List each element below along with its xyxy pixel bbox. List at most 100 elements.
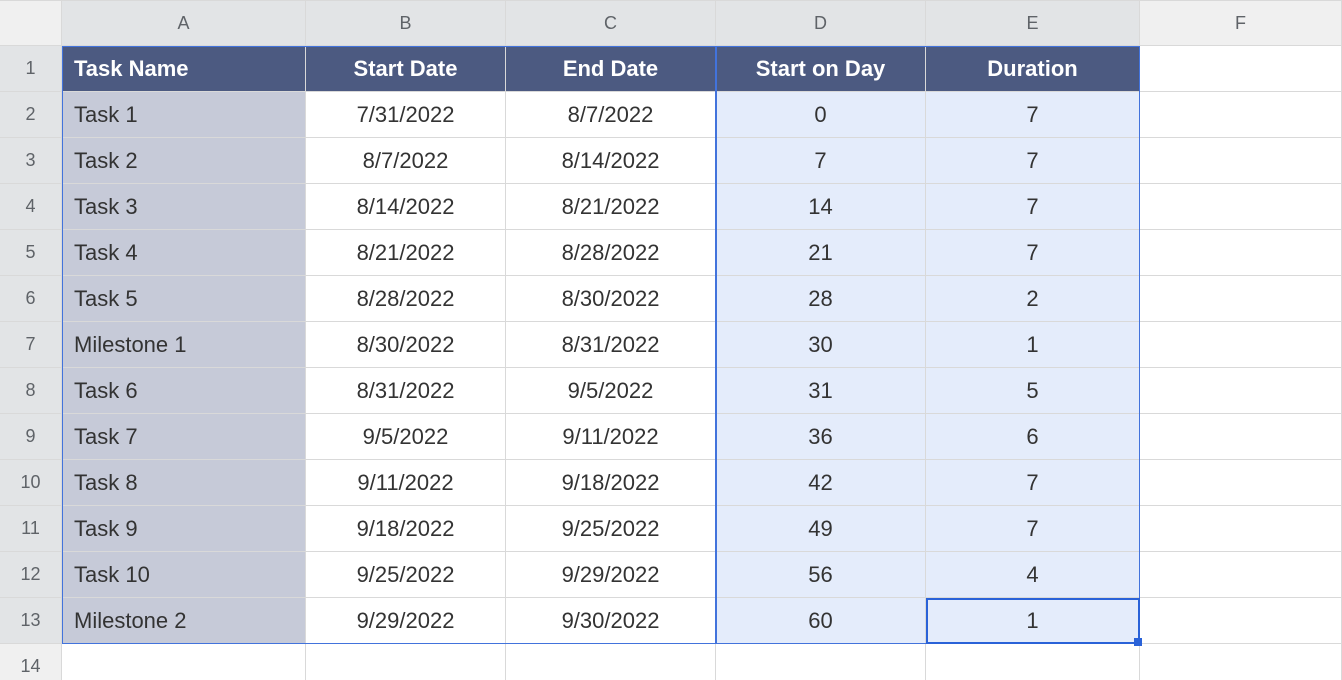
cell-E1[interactable]: Duration — [926, 46, 1140, 92]
cell-E13[interactable]: 1 — [926, 598, 1140, 644]
cell-E2[interactable]: 7 — [926, 92, 1140, 138]
cell-A5[interactable]: Task 4 — [62, 230, 306, 276]
cell-C7[interactable]: 8/31/2022 — [506, 322, 716, 368]
cell-E3[interactable]: 7 — [926, 138, 1140, 184]
cell-D9[interactable]: 36 — [716, 414, 926, 460]
cell-B7[interactable]: 8/30/2022 — [306, 322, 506, 368]
cell-C6[interactable]: 8/30/2022 — [506, 276, 716, 322]
cell-F13[interactable] — [1140, 598, 1342, 644]
cell-C1[interactable]: End Date — [506, 46, 716, 92]
cell-C14[interactable] — [506, 644, 716, 680]
cell-C2[interactable]: 8/7/2022 — [506, 92, 716, 138]
cell-F11[interactable] — [1140, 506, 1342, 552]
cell-B13[interactable]: 9/29/2022 — [306, 598, 506, 644]
cell-F9[interactable] — [1140, 414, 1342, 460]
cell-E12[interactable]: 4 — [926, 552, 1140, 598]
cell-A6[interactable]: Task 5 — [62, 276, 306, 322]
cell-D8[interactable]: 31 — [716, 368, 926, 414]
cell-D10[interactable]: 42 — [716, 460, 926, 506]
row-header-12[interactable]: 12 — [0, 552, 62, 598]
cell-C13[interactable]: 9/30/2022 — [506, 598, 716, 644]
row-header-3[interactable]: 3 — [0, 138, 62, 184]
cell-A12[interactable]: Task 10 — [62, 552, 306, 598]
cell-A9[interactable]: Task 7 — [62, 414, 306, 460]
cell-F5[interactable] — [1140, 230, 1342, 276]
column-header-A[interactable]: A — [62, 0, 306, 46]
cell-A11[interactable]: Task 9 — [62, 506, 306, 552]
row-header-9[interactable]: 9 — [0, 414, 62, 460]
cell-C5[interactable]: 8/28/2022 — [506, 230, 716, 276]
cell-D2[interactable]: 0 — [716, 92, 926, 138]
row-header-5[interactable]: 5 — [0, 230, 62, 276]
row-header-7[interactable]: 7 — [0, 322, 62, 368]
cell-F12[interactable] — [1140, 552, 1342, 598]
cell-C11[interactable]: 9/25/2022 — [506, 506, 716, 552]
cell-E9[interactable]: 6 — [926, 414, 1140, 460]
cell-F2[interactable] — [1140, 92, 1342, 138]
cell-E6[interactable]: 2 — [926, 276, 1140, 322]
cell-E5[interactable]: 7 — [926, 230, 1140, 276]
cell-D6[interactable]: 28 — [716, 276, 926, 322]
cell-C4[interactable]: 8/21/2022 — [506, 184, 716, 230]
cell-D4[interactable]: 14 — [716, 184, 926, 230]
cell-F7[interactable] — [1140, 322, 1342, 368]
cell-E14[interactable] — [926, 644, 1140, 680]
cell-B5[interactable]: 8/21/2022 — [306, 230, 506, 276]
cell-C8[interactable]: 9/5/2022 — [506, 368, 716, 414]
cell-B9[interactable]: 9/5/2022 — [306, 414, 506, 460]
row-header-6[interactable]: 6 — [0, 276, 62, 322]
cell-D11[interactable]: 49 — [716, 506, 926, 552]
cell-A1[interactable]: Task Name — [62, 46, 306, 92]
cell-A10[interactable]: Task 8 — [62, 460, 306, 506]
cell-F3[interactable] — [1140, 138, 1342, 184]
column-header-C[interactable]: C — [506, 0, 716, 46]
cell-C3[interactable]: 8/14/2022 — [506, 138, 716, 184]
cell-F8[interactable] — [1140, 368, 1342, 414]
cell-A7[interactable]: Milestone 1 — [62, 322, 306, 368]
column-header-B[interactable]: B — [306, 0, 506, 46]
cell-F4[interactable] — [1140, 184, 1342, 230]
cell-E8[interactable]: 5 — [926, 368, 1140, 414]
cell-F6[interactable] — [1140, 276, 1342, 322]
cell-B6[interactable]: 8/28/2022 — [306, 276, 506, 322]
select-all-corner[interactable] — [0, 0, 62, 46]
column-header-E[interactable]: E — [926, 0, 1140, 46]
cell-C9[interactable]: 9/11/2022 — [506, 414, 716, 460]
cell-A3[interactable]: Task 2 — [62, 138, 306, 184]
cell-A4[interactable]: Task 3 — [62, 184, 306, 230]
cell-A2[interactable]: Task 1 — [62, 92, 306, 138]
row-header-2[interactable]: 2 — [0, 92, 62, 138]
cell-D7[interactable]: 30 — [716, 322, 926, 368]
cell-D14[interactable] — [716, 644, 926, 680]
cell-C12[interactable]: 9/29/2022 — [506, 552, 716, 598]
cell-B11[interactable]: 9/18/2022 — [306, 506, 506, 552]
cell-E11[interactable]: 7 — [926, 506, 1140, 552]
row-header-10[interactable]: 10 — [0, 460, 62, 506]
cell-A14[interactable] — [62, 644, 306, 680]
cell-E10[interactable]: 7 — [926, 460, 1140, 506]
row-header-8[interactable]: 8 — [0, 368, 62, 414]
cell-B2[interactable]: 7/31/2022 — [306, 92, 506, 138]
cell-B12[interactable]: 9/25/2022 — [306, 552, 506, 598]
cell-B14[interactable] — [306, 644, 506, 680]
cell-B10[interactable]: 9/11/2022 — [306, 460, 506, 506]
row-header-11[interactable]: 11 — [0, 506, 62, 552]
cell-A13[interactable]: Milestone 2 — [62, 598, 306, 644]
cell-D12[interactable]: 56 — [716, 552, 926, 598]
cell-B4[interactable]: 8/14/2022 — [306, 184, 506, 230]
cell-A8[interactable]: Task 6 — [62, 368, 306, 414]
cell-F1[interactable] — [1140, 46, 1342, 92]
cell-F10[interactable] — [1140, 460, 1342, 506]
cell-D5[interactable]: 21 — [716, 230, 926, 276]
row-header-4[interactable]: 4 — [0, 184, 62, 230]
row-header-13[interactable]: 13 — [0, 598, 62, 644]
cell-E4[interactable]: 7 — [926, 184, 1140, 230]
cell-B3[interactable]: 8/7/2022 — [306, 138, 506, 184]
column-header-D[interactable]: D — [716, 0, 926, 46]
cell-B1[interactable]: Start Date — [306, 46, 506, 92]
row-header-1[interactable]: 1 — [0, 46, 62, 92]
cell-E7[interactable]: 1 — [926, 322, 1140, 368]
cell-C10[interactable]: 9/18/2022 — [506, 460, 716, 506]
column-header-F[interactable]: F — [1140, 0, 1342, 46]
cell-D1[interactable]: Start on Day — [716, 46, 926, 92]
